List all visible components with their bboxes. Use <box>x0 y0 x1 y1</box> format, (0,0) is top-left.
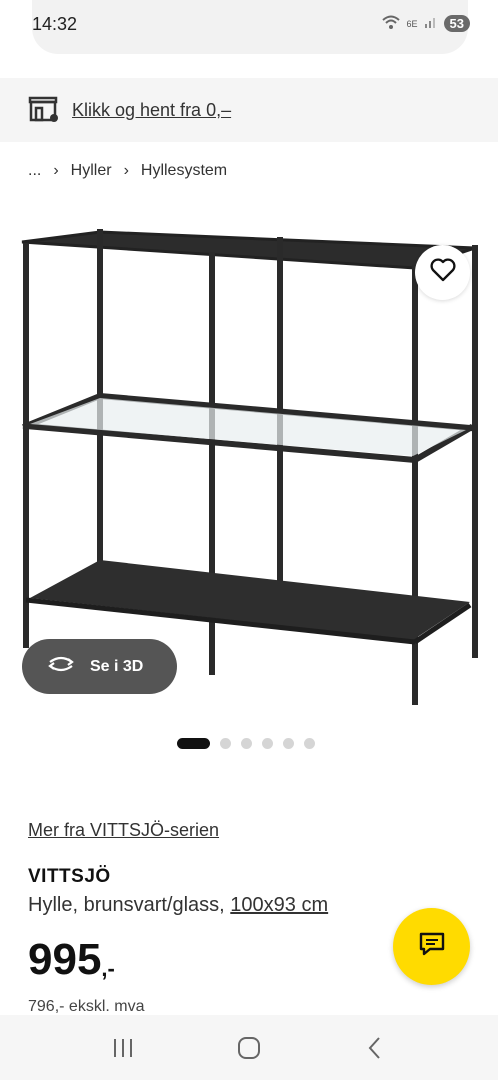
click-collect-link[interactable]: Klikk og hent fra 0,– <box>72 100 231 121</box>
wifi-icon <box>381 14 401 33</box>
view-3d-button[interactable]: Se i 3D <box>22 639 177 694</box>
back-button[interactable] <box>355 1028 395 1068</box>
system-navigation-bar <box>0 1015 498 1080</box>
breadcrumb-ellipsis[interactable]: ... <box>28 162 41 180</box>
heart-icon <box>429 258 456 287</box>
carousel-dot[interactable] <box>262 738 273 749</box>
recent-apps-button[interactable] <box>103 1028 143 1068</box>
price-excl-vat: 796,- ekskl. mva <box>28 998 145 1015</box>
favourite-button[interactable] <box>415 245 470 300</box>
product-name: VITTSJÖ <box>28 866 111 887</box>
rotate-3d-icon <box>46 654 76 679</box>
store-icon <box>28 96 60 124</box>
breadcrumb-item-hyller[interactable]: Hyller <box>71 162 112 180</box>
status-icons: 6E 53 <box>381 14 470 33</box>
price: 995 ,- <box>28 938 115 982</box>
recent-apps-icon <box>114 1038 132 1057</box>
product-description-text: Hylle, brunsvart/glass, <box>28 894 231 916</box>
view-3d-label: Se i 3D <box>90 657 144 675</box>
click-collect-banner[interactable]: Klikk og hent fra 0,– <box>0 78 498 142</box>
breadcrumb: ... › Hyller › Hyllesystem <box>28 162 227 180</box>
carousel-dot[interactable] <box>220 738 231 749</box>
chat-icon <box>418 931 446 962</box>
carousel-dot[interactable] <box>283 738 294 749</box>
series-link[interactable]: Mer fra VITTSJÖ-serien <box>28 820 219 841</box>
price-integer: 995 <box>28 935 102 984</box>
home-button[interactable] <box>229 1028 269 1068</box>
signal-icon <box>424 15 438 32</box>
chevron-right-icon: › <box>123 162 129 179</box>
chevron-right-icon: › <box>53 162 59 179</box>
chat-button[interactable] <box>393 908 470 985</box>
carousel-dot[interactable] <box>177 738 210 749</box>
product-dimensions-link[interactable]: 100x93 cm <box>230 894 328 916</box>
carousel-dot[interactable] <box>241 738 252 749</box>
status-bar: 14:32 6E 53 <box>0 0 498 50</box>
price-decimal: ,- <box>101 956 115 981</box>
home-icon <box>238 1036 260 1059</box>
carousel-indicator <box>177 738 315 749</box>
network-type: 6E <box>406 18 418 29</box>
battery-badge: 53 <box>443 15 470 32</box>
back-icon <box>368 1036 380 1059</box>
product-description: Hylle, brunsvart/glass, 100x93 cm <box>28 894 328 917</box>
breadcrumb-item-hyllesystem[interactable]: Hyllesystem <box>141 162 227 180</box>
status-time: 14:32 <box>32 14 78 34</box>
carousel-dot[interactable] <box>304 738 315 749</box>
